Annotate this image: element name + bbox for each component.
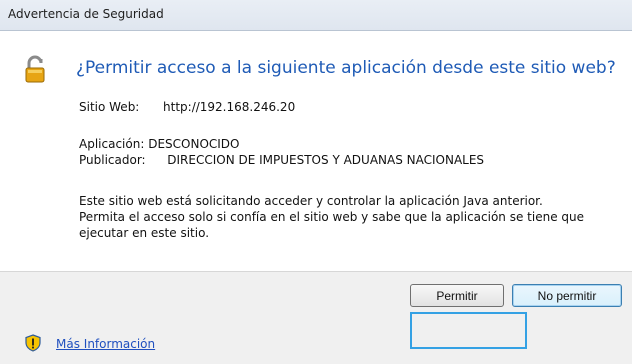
security-warning-dialog: Advertencia de Seguridad ¿Permitir acces… (0, 0, 632, 364)
dialog-content: ¿Permitir acceso a la siguiente aplicaci… (0, 31, 632, 271)
app-row: Aplicación: DESCONOCIDO (79, 136, 240, 152)
message-line-3: ejecutar en este sitio. (79, 226, 210, 240)
app-value: DESCONOCIDO (148, 137, 240, 151)
allow-button[interactable]: Permitir (410, 284, 504, 307)
dialog-heading: ¿Permitir acceso a la siguiente aplicaci… (76, 58, 616, 78)
message-line-2: Permita el acceso solo si confía en el s… (79, 210, 585, 224)
deny-button[interactable]: No permitir (512, 284, 622, 307)
publisher-row: Publicador: DIRECCION DE IMPUESTOS Y ADU… (79, 152, 484, 168)
message-line-1: Este sitio web está solicitando acceder … (79, 194, 543, 208)
title-bar[interactable]: Advertencia de Seguridad (0, 0, 632, 31)
site-label: Sitio Web: (79, 100, 140, 114)
site-row: Sitio Web: http://192.168.246.20 (79, 99, 295, 115)
shield-warning-icon (25, 334, 41, 352)
publisher-value: DIRECCION DE IMPUESTOS Y ADUANAS NACIONA… (167, 153, 485, 167)
site-value: http://192.168.246.20 (163, 100, 296, 114)
app-label: Aplicación: (79, 137, 145, 151)
publisher-label: Publicador: (79, 153, 146, 167)
window-title: Advertencia de Seguridad (8, 7, 164, 21)
more-info-link[interactable]: Más Información (56, 337, 155, 351)
lock-icon (25, 55, 45, 83)
focus-highlight (410, 312, 527, 349)
